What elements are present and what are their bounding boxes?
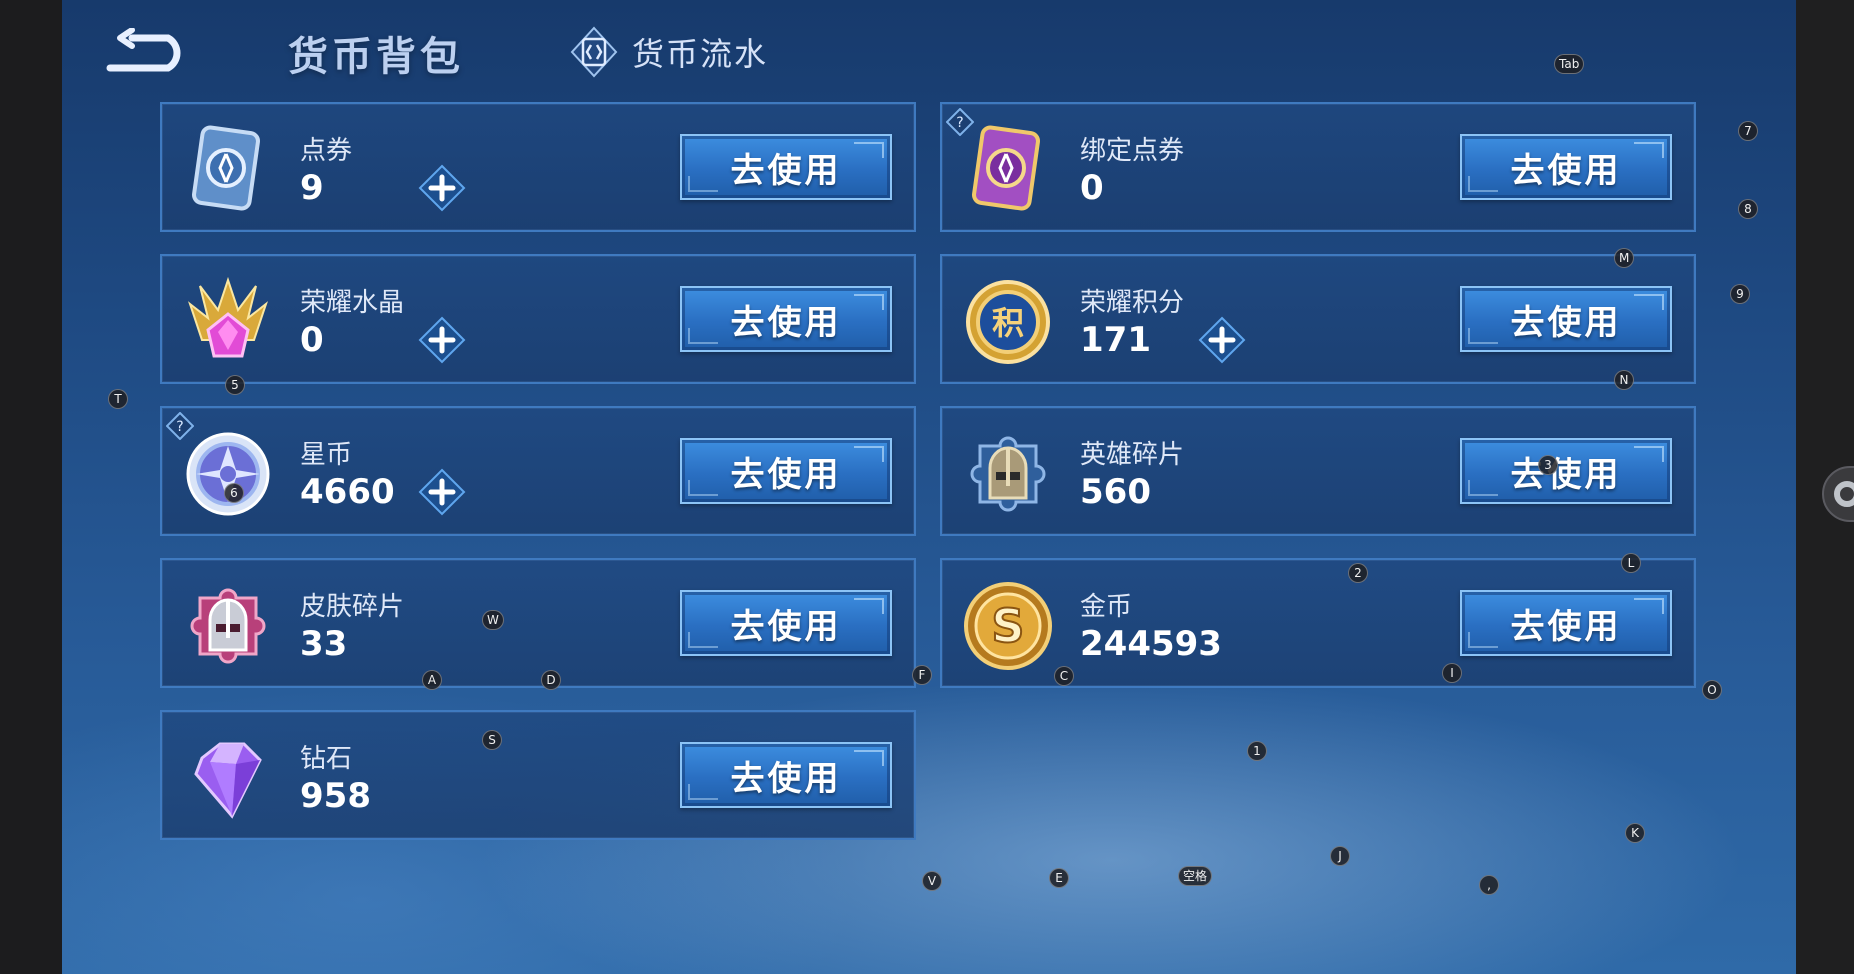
key-hint: , (1479, 875, 1499, 895)
back-arrow-icon (106, 27, 181, 72)
currency-amount: 0 (1080, 168, 1104, 208)
tab-currency-ledger[interactable]: 货币流水 (568, 24, 768, 80)
add-coupon-button[interactable] (418, 164, 466, 212)
hero-fragment-icon (970, 436, 1046, 512)
add-glory-crystal-button[interactable] (418, 316, 466, 364)
currency-card-skin-fragment: 皮肤碎片 33 去使用 (160, 558, 916, 688)
currency-amount: 958 (300, 776, 371, 816)
key-hint: I (1442, 663, 1462, 683)
key-hint: 8 (1738, 199, 1758, 219)
skin-fragment-icon (190, 588, 266, 664)
key-hint: D (541, 670, 561, 690)
bound-coupon-card-icon (972, 125, 1040, 211)
use-star-coin-button[interactable]: 去使用 (680, 438, 892, 504)
currency-card-glory-points: 积 荣耀积分 171 去使用 (940, 254, 1696, 384)
key-hint: 9 (1730, 284, 1750, 304)
use-coupon-button[interactable]: 去使用 (680, 134, 892, 200)
currency-card-gold-coin: S 金币 244593 去使用 (940, 558, 1696, 688)
tab-currency-ledger-label: 货币流水 (632, 35, 769, 73)
currency-amount: 4660 (300, 472, 395, 512)
gold-coin-icon: S (964, 582, 1052, 670)
page-title: 货币背包 (288, 34, 464, 80)
currency-card-glory-crystal: 荣耀水晶 0 去使用 (160, 254, 916, 384)
svg-text:积: 积 (992, 304, 1024, 342)
currency-name: 金币 (1080, 592, 1133, 622)
currency-name: 荣耀水晶 (300, 288, 405, 318)
coupon-card-icon (192, 125, 260, 211)
back-button[interactable] (106, 27, 198, 74)
game-screen: 货币背包 货币流水 点券 9 去使用 ? 绑定点券 0 去使用 荣耀水晶 0 去… (62, 0, 1796, 974)
key-hint: K (1625, 823, 1645, 843)
use-bound-coupon-button[interactable]: 去使用 (1460, 134, 1672, 200)
currency-amount: 33 (300, 624, 348, 664)
key-hint: N (1614, 370, 1634, 390)
diamond-icon (194, 742, 262, 819)
currency-name: 英雄碎片 (1080, 440, 1185, 470)
currency-name: 星币 (300, 440, 353, 470)
use-glory-crystal-button[interactable]: 去使用 (680, 286, 892, 352)
key-hint: 1 (1247, 741, 1267, 761)
currency-card-diamond: 钻石 958 去使用 (160, 710, 916, 840)
key-hint: W (482, 610, 504, 630)
key-hint: E (1049, 868, 1069, 888)
key-hint: T (108, 389, 128, 409)
key-hint: O (1702, 680, 1722, 700)
key-hint: 2 (1348, 563, 1368, 583)
currency-card-bound-coupon: ? 绑定点券 0 去使用 (940, 102, 1696, 232)
glory-crystal-icon (188, 276, 268, 358)
currency-name: 皮肤碎片 (300, 592, 405, 622)
key-hint: J (1330, 846, 1350, 866)
add-star-coin-button[interactable] (418, 468, 466, 516)
use-hero-fragment-button[interactable]: 去使用 (1460, 438, 1672, 504)
key-hint: 7 (1738, 121, 1758, 141)
key-hint: 3 (1538, 455, 1558, 475)
currency-card-hero-fragment: 英雄碎片 560 去使用 (940, 406, 1696, 536)
currency-amount: 244593 (1080, 624, 1222, 664)
currency-ledger-icon (570, 26, 618, 78)
key-hint: V (922, 871, 942, 891)
add-glory-points-button[interactable] (1198, 316, 1246, 364)
key-hint: A (422, 670, 442, 690)
key-hint: F (912, 665, 932, 685)
key-hint: S (482, 730, 502, 750)
currency-amount: 560 (1080, 472, 1151, 512)
currency-card-star-coin: ? 星币 4660 去使用 (160, 406, 916, 536)
use-glory-points-button[interactable]: 去使用 (1460, 286, 1672, 352)
use-skin-fragment-button[interactable]: 去使用 (680, 590, 892, 656)
key-hint-space: 空格 (1178, 866, 1213, 886)
svg-text:S: S (991, 599, 1024, 653)
gear-icon (1834, 481, 1854, 507)
use-gold-coin-button[interactable]: 去使用 (1460, 590, 1672, 656)
key-hint: 5 (225, 375, 245, 395)
currency-name: 点券 (300, 136, 353, 166)
currency-name: 钻石 (300, 744, 353, 774)
key-hint: L (1621, 553, 1641, 573)
glory-points-icon: 积 (966, 280, 1050, 364)
currency-amount: 171 (1080, 320, 1151, 360)
currency-amount: 9 (300, 168, 324, 208)
key-hint-tab: Tab (1554, 54, 1585, 74)
currency-name: 荣耀积分 (1080, 288, 1185, 318)
use-diamond-button[interactable]: 去使用 (680, 742, 892, 808)
currency-name: 绑定点券 (1080, 136, 1185, 166)
star-coin-icon (186, 432, 270, 516)
key-hint: 6 (224, 483, 244, 503)
currency-amount: 0 (300, 320, 324, 360)
key-hint: C (1054, 666, 1074, 686)
currency-card-coupon: 点券 9 去使用 (160, 102, 916, 232)
